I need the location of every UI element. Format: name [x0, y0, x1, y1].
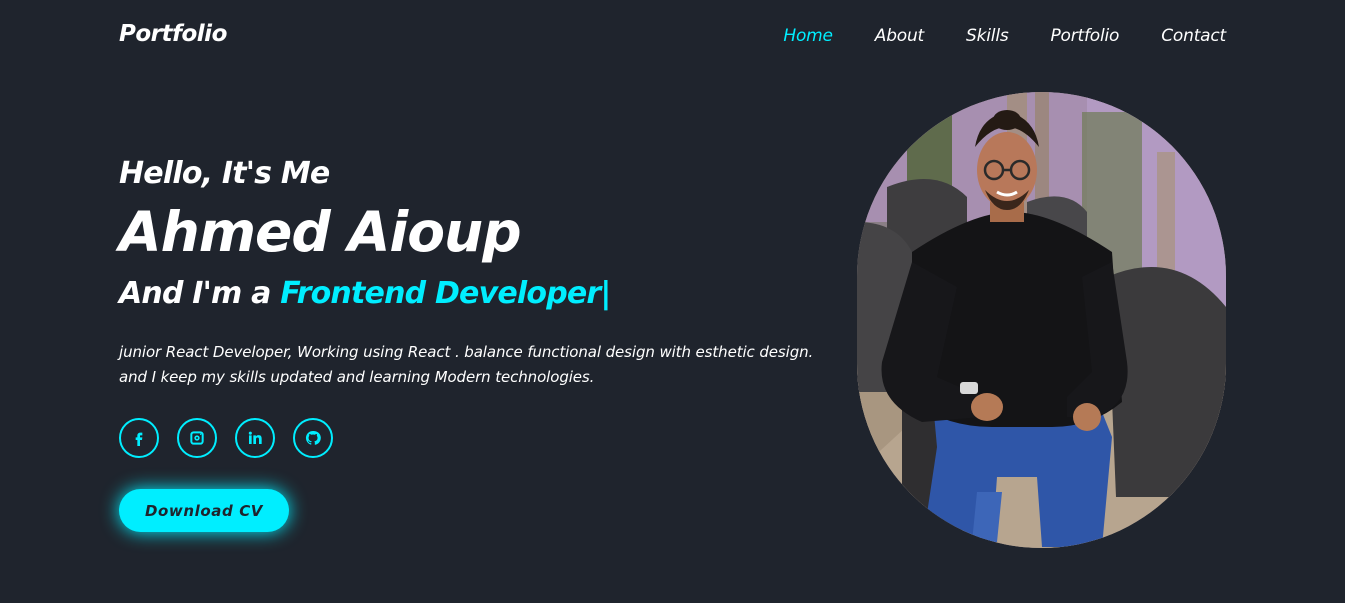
linkedin-link[interactable] [235, 418, 275, 458]
social-links [119, 418, 333, 458]
nav-contact[interactable]: Contact [1161, 26, 1226, 46]
nav-skills[interactable]: Skills [966, 26, 1009, 46]
nav-about[interactable]: About [875, 26, 924, 46]
github-link[interactable] [293, 418, 333, 458]
hero-description: junior React Developer, Working using Re… [119, 343, 814, 386]
hero-name: Ahmed Aioup [119, 200, 522, 264]
site-logo[interactable]: Portfolio [119, 21, 227, 47]
page: Portfolio Home About Skills Portfolio Co… [0, 0, 1345, 603]
instagram-icon [190, 431, 204, 445]
hero-role-highlight: Frontend Developer| [280, 276, 611, 311]
nav-portfolio[interactable]: Portfolio [1051, 26, 1120, 46]
nav-home[interactable]: Home [783, 26, 833, 46]
main-nav: Home About Skills Portfolio Contact [783, 26, 1226, 46]
hero-role: And I'm a Frontend Developer| [119, 276, 611, 311]
facebook-icon [135, 432, 143, 446]
profile-photo-illustration [857, 92, 1226, 548]
github-icon [305, 430, 321, 445]
hero-greeting: Hello, It's Me [119, 156, 330, 191]
linkedin-icon [248, 431, 262, 444]
hero-role-prefix: And I'm a [119, 276, 281, 311]
instagram-link[interactable] [177, 418, 217, 458]
download-cv-button[interactable]: Download CV [119, 489, 289, 532]
profile-photo [857, 92, 1226, 548]
facebook-link[interactable] [119, 418, 159, 458]
